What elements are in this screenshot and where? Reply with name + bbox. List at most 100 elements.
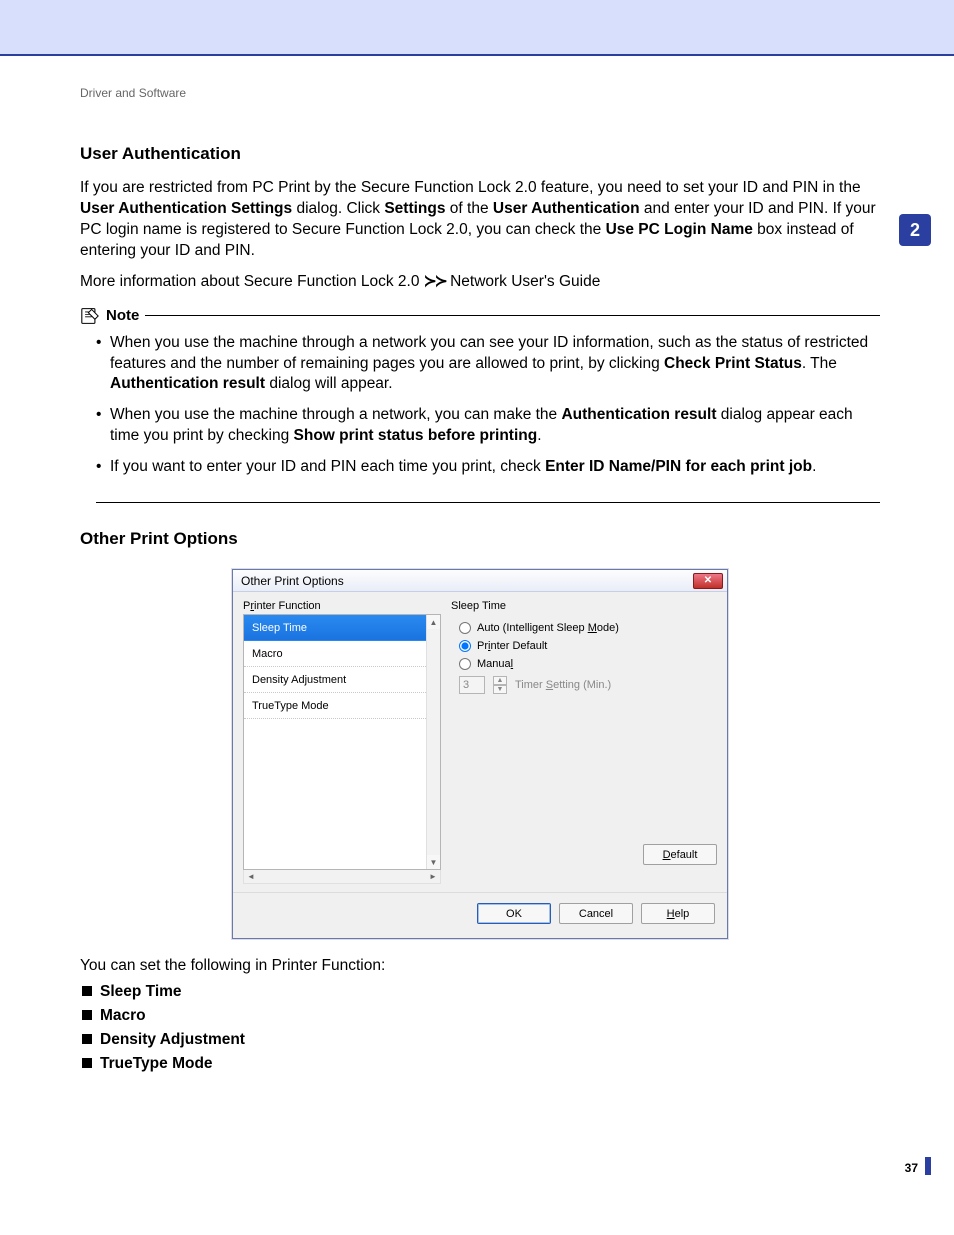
function-label: Density Adjustment (100, 1031, 245, 1048)
note-block: Note When you use the machine through a … (80, 307, 880, 504)
radio-auto-sleep[interactable]: Auto (Intelligent Sleep Mode) (459, 622, 717, 634)
text: efault (671, 849, 698, 861)
cancel-button[interactable]: Cancel (559, 903, 633, 924)
help-button[interactable]: Help (641, 903, 715, 924)
para-user-auth-1: If you are restricted from PC Print by t… (80, 178, 880, 262)
chapter-tab: 2 (899, 214, 931, 246)
radio-label: Printer Default (477, 640, 547, 652)
function-item: TrueType Mode (82, 1055, 880, 1073)
text-bold: Check Print Status (664, 355, 802, 372)
text: dialog will appear. (265, 375, 393, 392)
text: If you are restricted from PC Print by t… (80, 179, 861, 196)
radio-label: Auto (Intelligent Sleep Mode) (477, 622, 619, 634)
scroll-left-icon[interactable]: ◄ (244, 870, 258, 883)
function-list: Sleep Time Macro Density Adjustment True… (82, 983, 880, 1073)
function-label: Macro (100, 1007, 146, 1024)
text-bold: Use PC Login Name (606, 221, 753, 238)
text: dialog. Click (292, 200, 384, 217)
dialog-footer: OK Cancel Help (233, 892, 727, 938)
list-item[interactable]: Density Adjustment (244, 667, 426, 693)
timer-value-input[interactable] (459, 676, 485, 694)
close-icon: ✕ (704, 575, 712, 586)
text-underline: D (663, 849, 671, 861)
function-item: Density Adjustment (82, 1031, 880, 1049)
text: Pr (477, 640, 488, 652)
text-bold: Enter ID Name/PIN for each print job (545, 458, 812, 475)
timer-setting-row: ▲ ▼ Timer Setting (Min.) (459, 676, 717, 694)
text: . (812, 458, 816, 475)
text-bold: User Authentication (493, 200, 640, 217)
default-button[interactable]: Default (643, 844, 717, 865)
radio-label: Manual (477, 658, 513, 670)
text: Manua (477, 658, 511, 670)
text: nter Default (490, 640, 547, 652)
note-list: When you use the machine through a netwo… (96, 333, 880, 504)
square-bullet-icon (82, 1058, 92, 1068)
note-rule (145, 315, 880, 316)
ok-button[interactable]: OK (477, 903, 551, 924)
page-number: 37 (905, 1161, 918, 1175)
panel-heading-sleep-time: Sleep Time (451, 600, 717, 612)
horizontal-scrollbar[interactable]: ◄ ► (243, 870, 441, 884)
breadcrumb: Driver and Software (80, 86, 880, 100)
text: More information about Secure Function L… (80, 273, 424, 290)
text-underline: S (546, 679, 553, 691)
printer-function-listbox[interactable]: Sleep Time Macro Density Adjustment True… (243, 614, 441, 870)
text-bold: Authentication result (110, 375, 265, 392)
list-item-label: TrueType Mode (252, 700, 329, 712)
see-also-icon: ≻≻ (424, 273, 446, 290)
page-accent (925, 1157, 931, 1175)
text: Timer (515, 679, 546, 691)
list-item[interactable]: Macro (244, 641, 426, 667)
note-icon (80, 307, 100, 325)
text-bold: Authentication result (561, 406, 716, 423)
square-bullet-icon (82, 1034, 92, 1044)
scroll-up-icon[interactable]: ▲ (427, 615, 440, 629)
note-item: If you want to enter your ID and PIN eac… (96, 457, 880, 478)
text: Network User's Guide (446, 273, 601, 290)
text: ode) (597, 622, 619, 634)
text-bold: Settings (384, 200, 445, 217)
text-underline: H (667, 908, 675, 920)
text: of the (446, 200, 493, 217)
function-item: Macro (82, 1007, 880, 1025)
text: Auto (Intelligent Sleep (477, 622, 588, 634)
scroll-track[interactable] (427, 629, 440, 855)
scroll-right-icon[interactable]: ► (426, 870, 440, 883)
radio-printer-default[interactable]: Printer Default (459, 640, 717, 652)
vertical-scrollbar[interactable]: ▲ ▼ (426, 615, 440, 869)
info-line: You can set the following in Printer Fun… (80, 957, 880, 975)
radio-manual[interactable]: Manual (459, 658, 717, 670)
function-label: Sleep Time (100, 983, 182, 1000)
square-bullet-icon (82, 986, 92, 996)
radio-input[interactable] (459, 640, 471, 652)
text-bold: User Authentication Settings (80, 200, 292, 217)
note-item: When you use the machine through a netwo… (96, 405, 880, 447)
list-item[interactable]: TrueType Mode (244, 693, 426, 719)
function-label: TrueType Mode (100, 1055, 213, 1072)
text-underline: l (511, 658, 513, 670)
radio-input[interactable] (459, 622, 471, 634)
list-item[interactable]: Sleep Time (244, 615, 426, 641)
text: If you want to enter your ID and PIN eac… (110, 458, 545, 475)
list-item-label: Density Adjustment (252, 674, 346, 686)
note-label: Note (106, 307, 139, 324)
close-button[interactable]: ✕ (693, 573, 723, 589)
timer-label: Timer Setting (Min.) (515, 679, 611, 691)
text: . (537, 427, 541, 444)
spinner-up-icon[interactable]: ▲ (493, 676, 507, 685)
scroll-down-icon[interactable]: ▼ (427, 855, 440, 869)
text: When you use the machine through a netwo… (110, 406, 561, 423)
heading-user-auth: User Authentication (80, 144, 880, 164)
spinner-down-icon[interactable]: ▼ (493, 685, 507, 694)
spinner[interactable]: ▲ ▼ (493, 676, 507, 694)
radio-input[interactable] (459, 658, 471, 670)
note-item: When you use the machine through a netwo… (96, 333, 880, 396)
function-item: Sleep Time (82, 983, 880, 1001)
text: . The (802, 355, 837, 372)
list-item-label: Macro (252, 648, 283, 660)
para-user-auth-2: More information about Secure Function L… (80, 272, 880, 293)
dialog-titlebar[interactable]: Other Print Options ✕ (233, 570, 727, 592)
text-bold: Show print status before printing (294, 427, 538, 444)
dialog-title: Other Print Options (241, 574, 344, 588)
